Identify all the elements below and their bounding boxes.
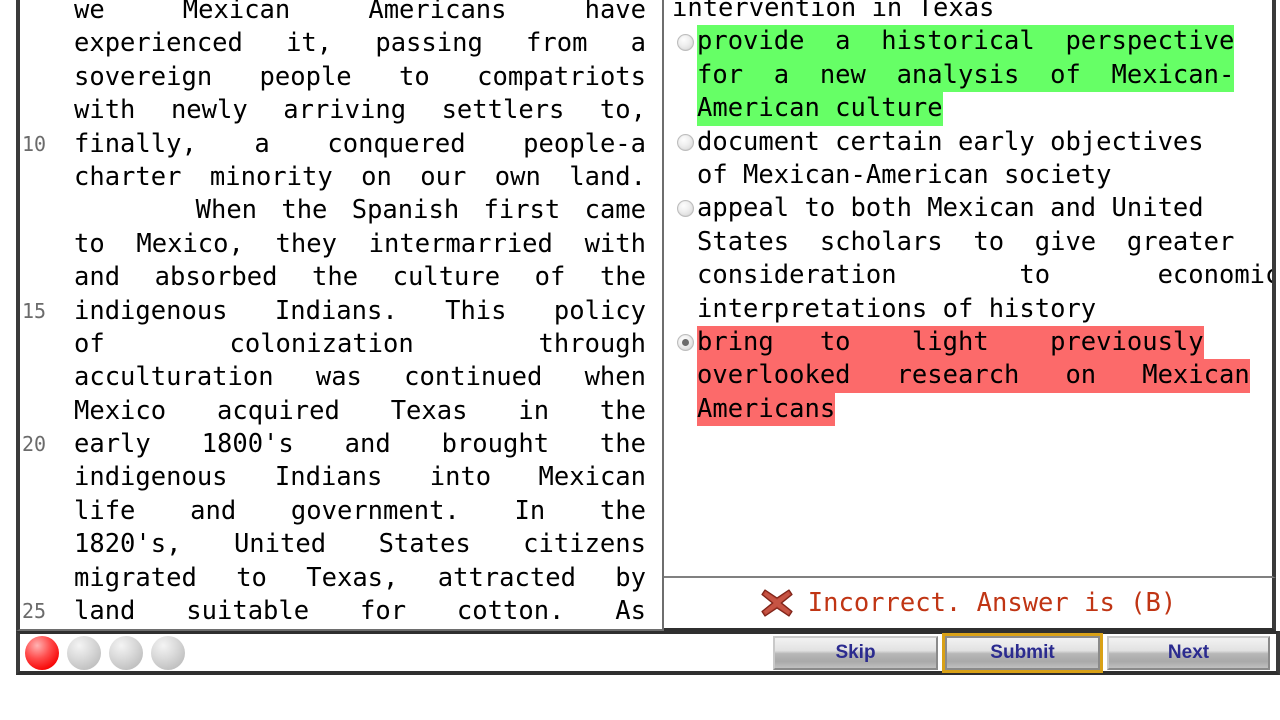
answer-choice-line: American culture xyxy=(697,92,943,126)
passage-line-text: finally, a conquered people-a xyxy=(74,128,646,159)
passage-line: charter minority on our own land. xyxy=(20,161,648,194)
submit-button[interactable]: Submit xyxy=(942,632,1103,673)
passage-line: life and government. In the xyxy=(20,495,648,528)
line-number: 15 xyxy=(22,298,47,323)
passage-line: When the Spanish first came xyxy=(20,194,648,227)
answer-choice-line: Americans xyxy=(697,392,836,427)
passage-line-text: migrated to Texas, attracted by xyxy=(74,562,646,593)
passage-line: migrated to Texas, attracted by xyxy=(20,562,648,595)
passage-line-text: charter minority on our own land. xyxy=(74,161,646,192)
toolbar-buttons: Skip Submit Next xyxy=(773,632,1270,673)
radio-button[interactable] xyxy=(677,34,694,52)
radio-button[interactable] xyxy=(677,200,694,218)
passage-line: acculturation was continued when xyxy=(20,361,648,394)
skip-button[interactable]: Skip xyxy=(773,635,938,670)
passage-line: of colonization through xyxy=(20,328,648,361)
passage-line: 10 finally, a conquered people-a xyxy=(20,128,648,161)
passage-line-text: experienced it, passing from a xyxy=(74,28,646,59)
progress-dot-unanswered[interactable] xyxy=(151,635,185,670)
progress-dot-unanswered[interactable] xyxy=(67,635,101,670)
passage-line-text: to Mexico, they intermarried with xyxy=(74,228,646,259)
passage-line-text: acculturation was continued when xyxy=(74,362,646,393)
answer-choice[interactable]: bring to light previously overlooked rese… xyxy=(672,326,1272,427)
answer-choice-line: appeal to both Mexican and United xyxy=(697,193,1204,224)
passage-line: indigenous Indians into Mexican xyxy=(20,461,648,494)
answer-choice[interactable]: appeal to both Mexican and United States … xyxy=(672,192,1276,326)
answer-choice[interactable]: provide a historical perspective for a ne… xyxy=(672,25,1272,126)
progress-dot-incorrect[interactable] xyxy=(25,635,59,670)
answer-choice-line: for a new analysis of Mexican- xyxy=(697,58,1235,93)
passage-line: 1820's, United States citizens xyxy=(20,528,648,561)
answer-choices-panel[interactable]: intervention in Texas provide a historic… xyxy=(664,0,1276,578)
answer-choices-list: provide a historical perspective for a ne… xyxy=(672,25,1276,427)
answer-choice-text: document certain early objectives of Mexi… xyxy=(697,126,1272,193)
passage-line: 15 indigenous Indians. This policy xyxy=(20,295,648,328)
answer-choice-text: appeal to both Mexican and United States … xyxy=(697,192,1276,326)
passage-line: with newly arriving settlers to, xyxy=(20,94,648,127)
line-number: 10 xyxy=(22,131,47,156)
feedback-bar: Incorrect. Answer is (B) xyxy=(664,578,1276,631)
passage-line: 25 land suitable for cotton. As xyxy=(20,595,648,628)
passage-line: Mexico acquired Texas in the xyxy=(20,395,648,428)
progress-indicator xyxy=(25,635,185,670)
passage-line: and absorbed the culture of the xyxy=(20,261,648,294)
x-mark-icon xyxy=(761,589,793,617)
passage-line: sovereign people to compatriots xyxy=(20,61,648,94)
radio-button[interactable] xyxy=(677,133,694,151)
line-number: 20 xyxy=(22,432,47,457)
question-stem: intervention in Texas xyxy=(672,0,995,23)
radio-button-selected[interactable] xyxy=(677,334,694,352)
answer-choice-line: document certain early objectives xyxy=(697,126,1204,157)
passage-line-text: early 1800's and brought the xyxy=(74,429,646,460)
progress-dot-unanswered[interactable] xyxy=(109,635,143,670)
quiz-application: we Mexican Americans have experienced it,… xyxy=(0,0,1280,720)
passage-text: we Mexican Americans have experienced it,… xyxy=(20,0,648,628)
content-area: we Mexican Americans have experienced it,… xyxy=(0,0,1280,631)
bottom-toolbar: Skip Submit Next xyxy=(16,631,1280,675)
answer-choice-text: bring to light previously overlooked rese… xyxy=(697,326,1272,427)
answer-choice-line: consideration to economic xyxy=(697,260,1276,291)
passage-line-text: indigenous Indians into Mexican xyxy=(74,462,646,493)
line-number: 25 xyxy=(22,599,47,624)
answer-choice-line: bring to light previously xyxy=(697,326,1204,360)
passage-line-text: land suitable for cotton. As xyxy=(74,596,646,627)
feedback-message: Incorrect. Answer is (B) xyxy=(807,588,1177,618)
passage-line: experienced it, passing from a xyxy=(20,27,648,60)
answer-choice-line: interpretations of history xyxy=(697,293,1097,324)
passage-line-text: Mexico acquired Texas in the xyxy=(74,395,646,426)
passage-line: to Mexico, they intermarried with xyxy=(20,228,648,261)
passage-line-text: indigenous Indians. This policy xyxy=(74,295,646,326)
passage-line: we Mexican Americans have xyxy=(20,0,648,27)
answer-choice-line: of Mexican-American society xyxy=(697,160,1112,191)
next-button[interactable]: Next xyxy=(1107,635,1270,670)
passage-line-text: and absorbed the culture of the xyxy=(74,262,646,293)
reading-passage-panel[interactable]: we Mexican Americans have experienced it,… xyxy=(16,0,664,631)
answer-choice-line: overlooked research on Mexican xyxy=(697,359,1250,393)
answer-choice-line: provide a historical perspective xyxy=(697,25,1235,59)
answer-choice-line: States scholars to give greater xyxy=(697,226,1235,257)
passage-line: 20 early 1800's and brought the xyxy=(20,428,648,461)
passage-line-text: of colonization through xyxy=(74,328,646,359)
question-column: intervention in Texas provide a historic… xyxy=(664,0,1276,631)
passage-line-text: we Mexican Americans have xyxy=(74,0,646,25)
answer-choice-text: provide a historical perspective for a ne… xyxy=(697,25,1272,126)
passage-line-text: When the Spanish first came xyxy=(74,195,646,226)
passage-line-text: sovereign people to compatriots xyxy=(74,61,646,92)
passage-line-text: with newly arriving settlers to, xyxy=(74,95,646,126)
answer-choice[interactable]: document certain early objectives of Mexi… xyxy=(672,126,1272,193)
passage-line-text: life and government. In the xyxy=(74,495,646,526)
passage-line-text: 1820's, United States citizens xyxy=(74,529,646,560)
